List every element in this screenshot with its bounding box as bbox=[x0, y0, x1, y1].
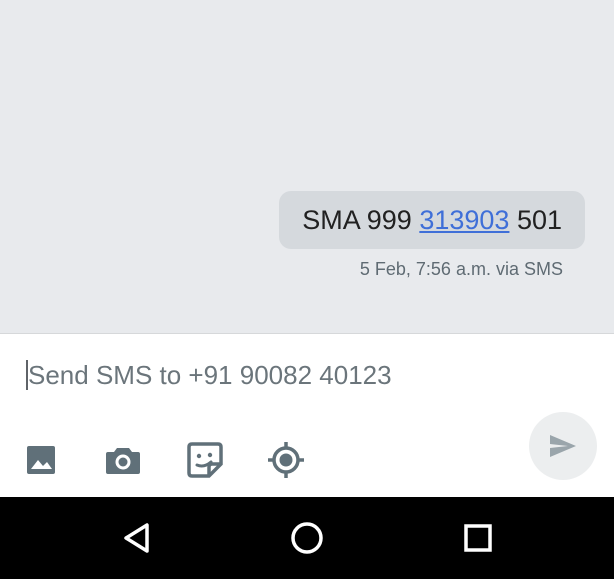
navigation-bar bbox=[0, 497, 614, 579]
message-timestamp: 5 Feb, 7:56 a.m. via SMS bbox=[360, 259, 563, 280]
message-text-after: 501 bbox=[509, 204, 562, 235]
location-icon[interactable] bbox=[264, 438, 308, 482]
message-number-link[interactable]: 313903 bbox=[419, 205, 509, 236]
message-text-before: SMA 999 bbox=[302, 204, 420, 235]
message-input[interactable]: Send SMS to +91 90082 40123 bbox=[26, 358, 496, 392]
composer: Send SMS to +91 90082 40123 bbox=[0, 334, 614, 497]
home-icon[interactable] bbox=[285, 516, 329, 560]
message-via: via SMS bbox=[495, 259, 563, 279]
message-input-placeholder: Send SMS to +91 90082 40123 bbox=[28, 359, 392, 390]
send-icon bbox=[550, 435, 576, 457]
message-date: 5 Feb, 7:56 a.m. bbox=[359, 259, 491, 279]
back-icon[interactable] bbox=[115, 516, 159, 560]
image-icon[interactable] bbox=[19, 438, 63, 482]
conversation-area: SMA 999 313903 501 5 Feb, 7:56 a.m. via … bbox=[0, 0, 614, 333]
sticker-icon[interactable] bbox=[183, 438, 227, 482]
camera-icon[interactable] bbox=[101, 438, 145, 482]
recents-icon[interactable] bbox=[456, 516, 500, 560]
send-button[interactable] bbox=[529, 412, 597, 480]
message-bubble[interactable]: SMA 999 313903 501 bbox=[279, 191, 585, 249]
